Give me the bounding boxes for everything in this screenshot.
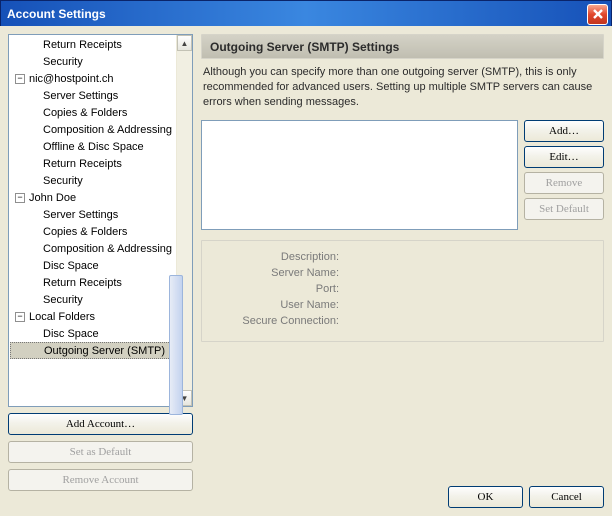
details-label-port: Port: xyxy=(212,283,342,299)
details-row-user-name: User Name: xyxy=(212,299,593,315)
tree-item[interactable]: Composition & Addressing xyxy=(9,121,176,138)
tree-item[interactable]: Return Receipts xyxy=(9,274,176,291)
details-row-port: Port: xyxy=(212,283,593,299)
cancel-button[interactable]: Cancel xyxy=(529,486,604,508)
tree-item-label: Offline & Disc Space xyxy=(43,141,144,153)
details-label-user-name: User Name: xyxy=(212,299,342,315)
tree-item[interactable]: Composition & Addressing xyxy=(9,240,176,257)
tree-account-node[interactable]: −Local Folders xyxy=(9,308,176,325)
tree-item-label: Copies & Folders xyxy=(43,107,127,119)
tree-item[interactable]: Security xyxy=(9,291,176,308)
tree-item-label: Security xyxy=(43,175,83,187)
tree-item[interactable]: Copies & Folders xyxy=(9,223,176,240)
tree-item[interactable]: Server Settings xyxy=(9,87,176,104)
tree-item-label: Return Receipts xyxy=(43,39,122,51)
tree-item-label: Security xyxy=(43,56,83,68)
tree-item-label: Composition & Addressing xyxy=(43,124,172,136)
tree-expander-icon[interactable]: − xyxy=(15,74,25,84)
tree-item-label: Server Settings xyxy=(43,90,118,102)
left-pane: Return ReceiptsSecurity−nic@hostpoint.ch… xyxy=(8,34,193,508)
smtp-server-list[interactable] xyxy=(201,120,518,230)
tree-item-label: nic@hostpoint.ch xyxy=(29,73,114,85)
tree-expander-icon[interactable]: − xyxy=(15,193,25,203)
account-tree[interactable]: Return ReceiptsSecurity−nic@hostpoint.ch… xyxy=(9,35,176,406)
close-button[interactable] xyxy=(587,4,608,25)
tree-item-label: Security xyxy=(43,294,83,306)
scroll-thumb[interactable] xyxy=(169,275,183,415)
tree-item[interactable]: Security xyxy=(9,53,176,70)
tree-item[interactable]: Disc Space xyxy=(9,325,176,342)
tree-item-label: Disc Space xyxy=(43,260,99,272)
tree-item-label: Return Receipts xyxy=(43,158,122,170)
tree-item-label: Server Settings xyxy=(43,209,118,221)
smtp-remove-button: Remove xyxy=(524,172,604,194)
tree-item-label: Copies & Folders xyxy=(43,226,127,238)
tree-item-label: Return Receipts xyxy=(43,277,122,289)
tree-item-label: John Doe xyxy=(29,192,76,204)
details-row-description: Description: xyxy=(212,251,593,267)
details-label-server-name: Server Name: xyxy=(212,267,342,283)
scroll-up-button[interactable]: ▲ xyxy=(177,35,192,51)
content-area: Return ReceiptsSecurity−nic@hostpoint.ch… xyxy=(0,26,612,516)
smtp-button-stack: Add… Edit… Remove Set Default xyxy=(524,120,604,230)
tree-item-label: Disc Space xyxy=(43,328,99,340)
details-label-secure: Secure Connection: xyxy=(212,315,342,331)
tree-account-node[interactable]: −nic@hostpoint.ch xyxy=(9,70,176,87)
smtp-server-area: Add… Edit… Remove Set Default xyxy=(201,120,604,230)
tree-expander-icon[interactable]: − xyxy=(15,312,25,322)
tree-item[interactable]: Return Receipts xyxy=(9,155,176,172)
details-label-description: Description: xyxy=(212,251,342,267)
panel-heading: Outgoing Server (SMTP) Settings xyxy=(201,34,604,59)
smtp-set-default-button: Set Default xyxy=(524,198,604,220)
tree-item[interactable]: Security xyxy=(9,172,176,189)
right-pane: Outgoing Server (SMTP) Settings Although… xyxy=(201,34,604,508)
tree-item[interactable]: Server Settings xyxy=(9,206,176,223)
smtp-details-panel: Description: Server Name: Port: User Nam… xyxy=(201,240,604,342)
tree-account-node[interactable]: −John Doe xyxy=(9,189,176,206)
smtp-add-button[interactable]: Add… xyxy=(524,120,604,142)
tree-item[interactable]: Outgoing Server (SMTP) xyxy=(10,342,175,359)
titlebar: Account Settings xyxy=(1,1,611,27)
tree-item[interactable]: Copies & Folders xyxy=(9,104,176,121)
window-title: Account Settings xyxy=(7,7,106,21)
tree-item[interactable]: Return Receipts xyxy=(9,36,176,53)
account-tree-container: Return ReceiptsSecurity−nic@hostpoint.ch… xyxy=(8,34,193,407)
account-button-stack: Add Account… Set as Default Remove Accou… xyxy=(8,413,193,491)
tree-item-label: Outgoing Server (SMTP) xyxy=(44,345,165,357)
tree-item-label: Composition & Addressing xyxy=(43,243,172,255)
close-icon xyxy=(592,8,604,20)
tree-item-label: Local Folders xyxy=(29,311,95,323)
panel-description: Although you can specify more than one o… xyxy=(201,65,604,110)
dialog-footer: OK Cancel xyxy=(448,486,604,508)
details-row-server-name: Server Name: xyxy=(212,267,593,283)
details-row-secure: Secure Connection: xyxy=(212,315,593,331)
remove-account-button: Remove Account xyxy=(8,469,193,491)
tree-item[interactable]: Disc Space xyxy=(9,257,176,274)
tree-item[interactable]: Offline & Disc Space xyxy=(9,138,176,155)
add-account-button[interactable]: Add Account… xyxy=(8,413,193,435)
ok-button[interactable]: OK xyxy=(448,486,523,508)
smtp-edit-button[interactable]: Edit… xyxy=(524,146,604,168)
set-default-account-button: Set as Default xyxy=(8,441,193,463)
